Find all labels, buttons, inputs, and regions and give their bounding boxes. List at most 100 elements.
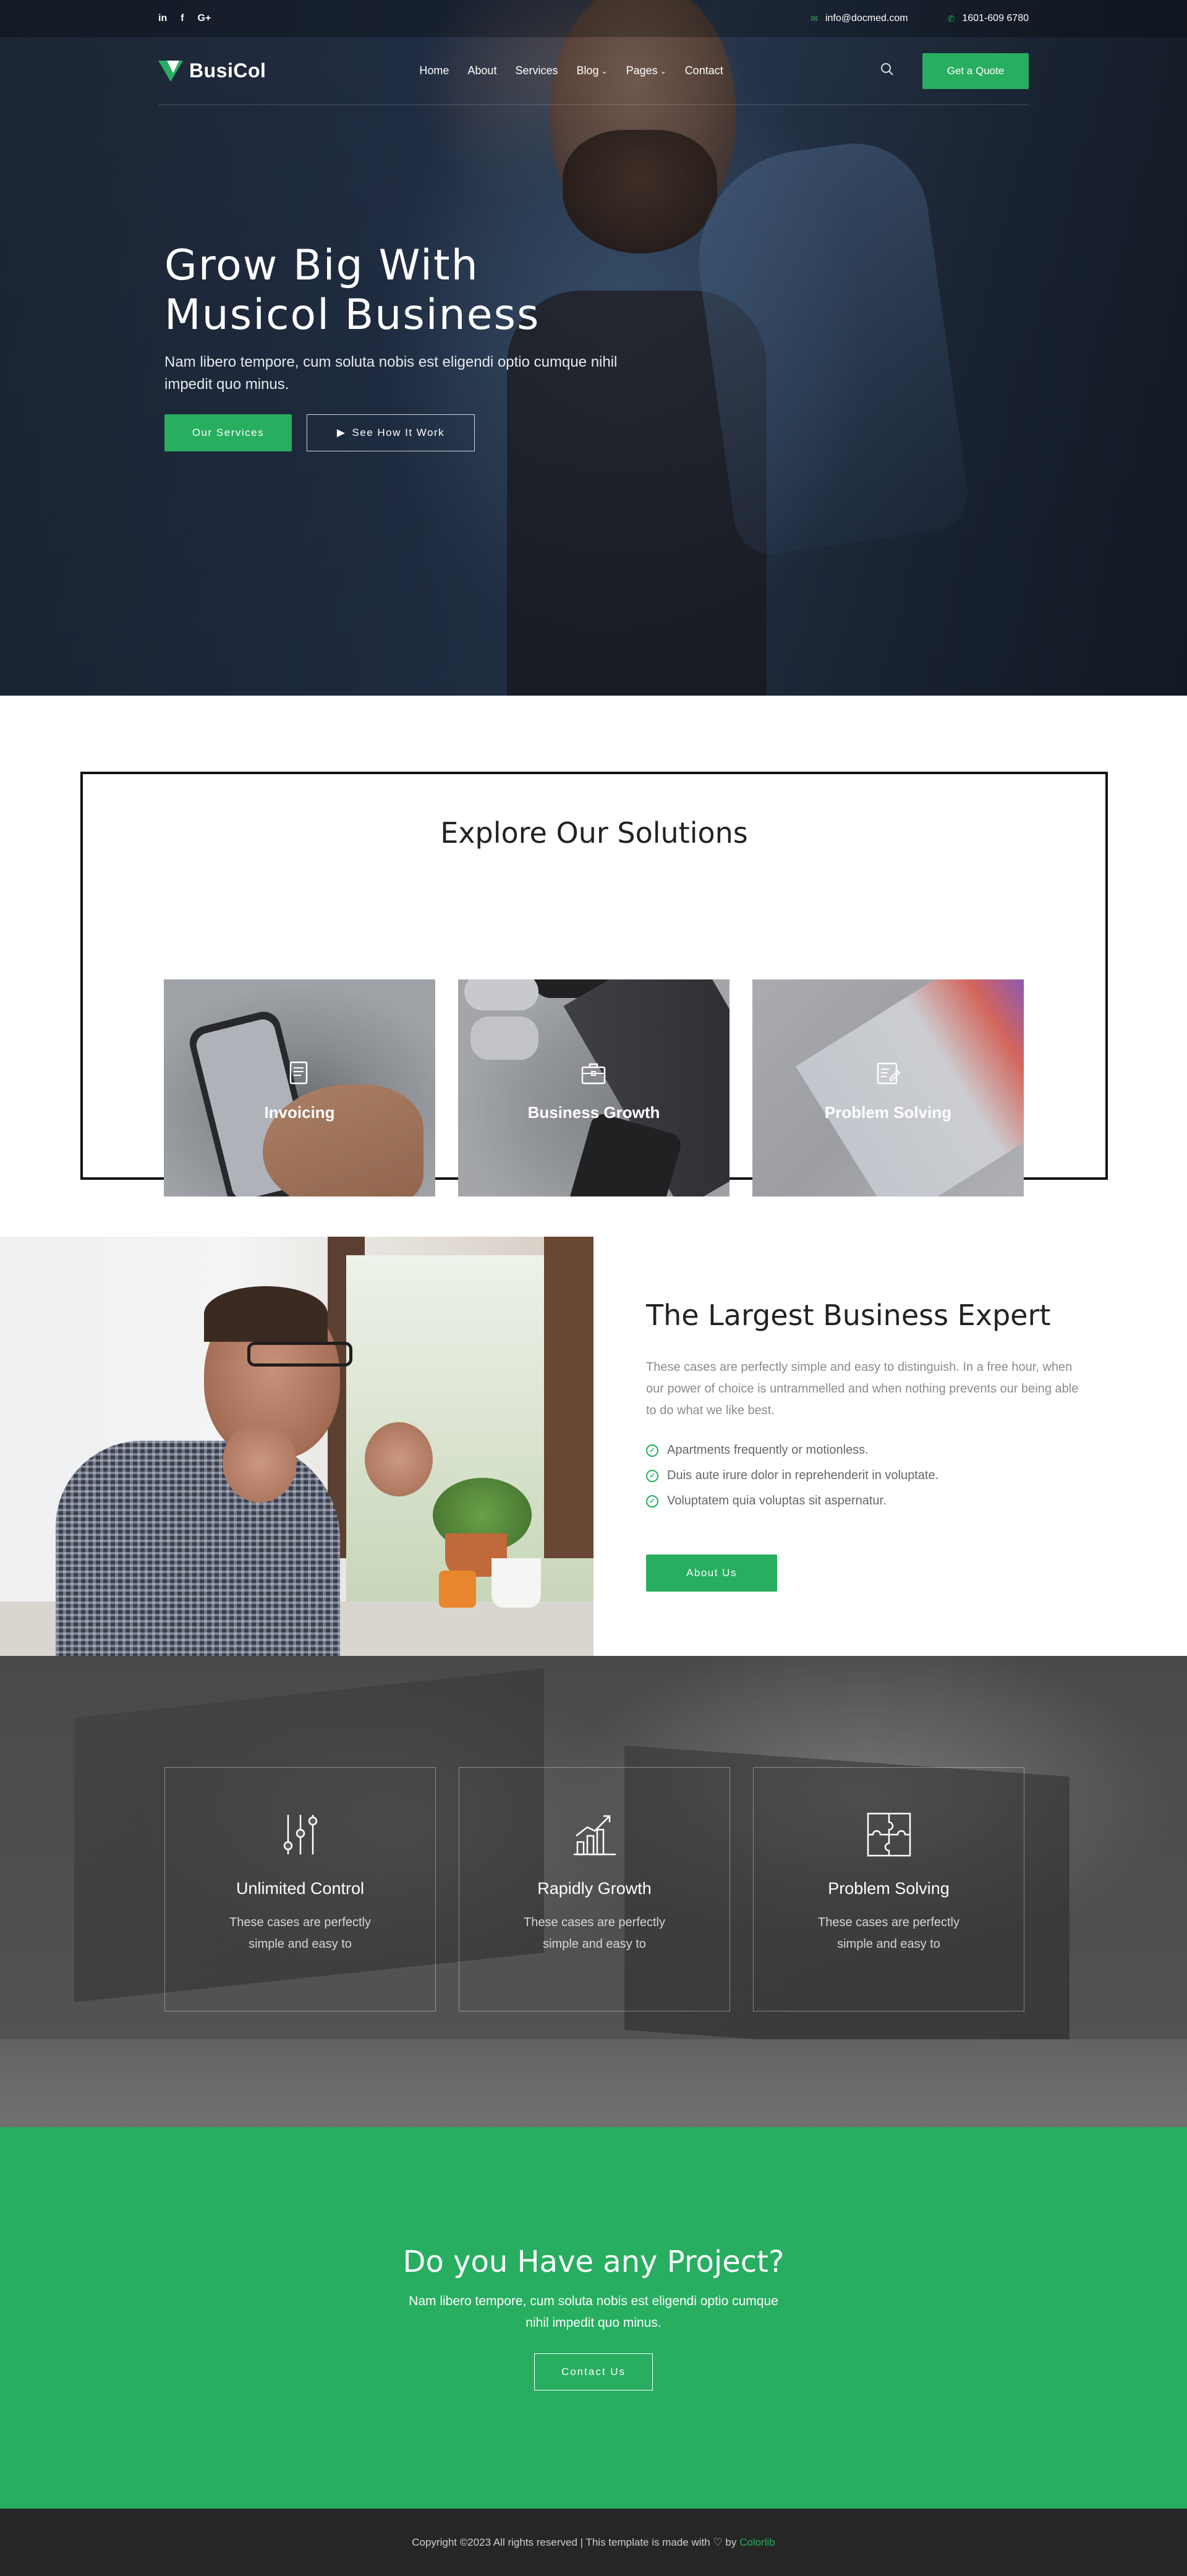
- cta-text: Nam libero tempore, cum soluta nobis est…: [409, 2294, 778, 2330]
- image-detail: [491, 1558, 541, 1608]
- hero-subtitle: Nam libero tempore, cum soluta nobis est…: [164, 354, 618, 393]
- list-item-text: Voluptatem quia voluptas sit aspernatur.: [667, 1494, 887, 1508]
- logo-text: BusiCol: [189, 59, 266, 82]
- briefcase-icon: [581, 1063, 606, 1085]
- phone-icon: ✆: [947, 13, 955, 23]
- solutions-title: Explore Our Solutions: [440, 816, 748, 850]
- copyright-text: Copyright ©2023 All rights reserved | Th…: [412, 2536, 775, 2549]
- feature-text: These cases are perfectly simple and eas…: [818, 1916, 959, 1951]
- feature-text: These cases are perfectly simple and eas…: [229, 1916, 371, 1951]
- puzzle-icon: [867, 1812, 911, 1857]
- nav-label: Home: [419, 64, 449, 77]
- hero-buttons: Our Services ▶ See How It Work: [164, 414, 634, 451]
- feature-title: Problem Solving: [828, 1879, 950, 1898]
- image-detail: [439, 1571, 476, 1608]
- nav-menu: Home About Services Blog ⌄ Pages ⌄ Contact: [419, 64, 723, 77]
- document-icon: [289, 1061, 308, 1085]
- about-image: [0, 1237, 594, 1656]
- sliders-icon: [283, 1815, 317, 1854]
- feature-text: These cases are perfectly simple and eas…: [524, 1916, 665, 1951]
- nav-item-about[interactable]: About: [467, 64, 496, 77]
- list-item: ✓ Duis aute irure dolor in reprehenderit …: [646, 1463, 1091, 1488]
- search-icon[interactable]: [880, 62, 894, 80]
- list-item-text: Apartments frequently or motionless.: [667, 1443, 869, 1457]
- nav-item-pages[interactable]: Pages ⌄: [626, 64, 666, 77]
- feature-card: Rapidly Growth These cases are perfectly…: [459, 1767, 730, 2011]
- card-label: Business Growth: [527, 1103, 660, 1122]
- hero-copy: Grow Big With Musicol Business Nam liber…: [164, 241, 634, 451]
- linkedin-icon[interactable]: in: [158, 13, 167, 24]
- nav-label: Blog: [576, 64, 599, 77]
- check-circle-icon: ✓: [646, 1495, 658, 1508]
- feature-card: Unlimited Control These cases are perfec…: [164, 1767, 436, 2011]
- image-detail: [223, 1422, 297, 1503]
- chevron-down-icon: ⌄: [601, 66, 608, 75]
- about-copy: The Largest Business Expert These cases …: [646, 1299, 1091, 1592]
- cta-section: Do you Have any Project? Nam libero temp…: [0, 2127, 1187, 2509]
- colorlib-link[interactable]: Colorlib: [739, 2536, 775, 2548]
- solutions-cards: Invoicing Business Growth Problem Solvin…: [164, 979, 1024, 1196]
- nav-item-contact[interactable]: Contact: [685, 64, 723, 77]
- hero-title-line: Grow Big With: [164, 241, 479, 290]
- nav-item-home[interactable]: Home: [419, 64, 449, 77]
- logo[interactable]: BusiCol: [158, 59, 266, 82]
- play-icon: ▶: [336, 427, 346, 438]
- cta-title: Do you Have any Project?: [402, 2245, 785, 2279]
- list-item-text: Duis aute irure dolor in reprehenderit i…: [667, 1469, 939, 1482]
- solution-card-business-growth[interactable]: Business Growth: [458, 979, 730, 1196]
- logo-mark-icon: [158, 60, 183, 82]
- contact-info: ✉ info@docmed.com ✆ 1601-609 6780: [810, 13, 1029, 24]
- email-text: info@docmed.com: [825, 13, 908, 23]
- facebook-icon[interactable]: f: [181, 13, 184, 24]
- solutions-section: Explore Our Solutions Invoicing Business…: [0, 696, 1187, 1237]
- get-quote-button[interactable]: Get a Quote: [922, 53, 1029, 89]
- social-links: in f G+: [158, 13, 211, 24]
- nav-item-services[interactable]: Services: [515, 64, 558, 77]
- image-detail: [365, 1422, 433, 1496]
- hero-section: in f G+ ✉ info@docmed.com ✆ 1601-609 678…: [0, 0, 1187, 696]
- about-text: These cases are perfectly simple and eas…: [646, 1360, 1079, 1417]
- chevron-down-icon: ⌄: [660, 66, 666, 75]
- feature-title: Rapidly Growth: [537, 1879, 652, 1898]
- envelope-icon: ✉: [810, 13, 818, 23]
- footer: Copyright ©2023 All rights reserved | Th…: [0, 2509, 1187, 2576]
- feature-cards: Unlimited Control These cases are perfec…: [164, 1767, 1024, 2011]
- nav-label: About: [467, 64, 497, 77]
- solutions-frame: Explore Our Solutions Invoicing Business…: [80, 772, 1108, 1196]
- phone-text: 1601-609 6780: [962, 13, 1029, 23]
- nav-label: Services: [515, 64, 558, 77]
- list-item: ✓ Voluptatem quia voluptas sit aspernatur…: [646, 1488, 1091, 1514]
- nav-item-blog[interactable]: Blog ⌄: [576, 64, 607, 77]
- google-plus-icon[interactable]: G+: [198, 13, 211, 24]
- nav-label: Contact: [684, 64, 723, 77]
- card-label: Problem Solving: [824, 1103, 952, 1122]
- button-label: See How It Work: [352, 427, 445, 438]
- hero-title-line: Musicol Business: [164, 291, 540, 339]
- image-detail: [247, 1342, 352, 1367]
- phone-link[interactable]: ✆ 1601-609 6780: [948, 13, 1029, 24]
- solution-card-problem-solving[interactable]: Problem Solving: [752, 979, 1024, 1196]
- check-circle-icon: ✓: [646, 1444, 658, 1457]
- growth-chart-icon: [573, 1815, 616, 1856]
- solution-card-invoicing[interactable]: Invoicing: [164, 979, 435, 1196]
- feature-card: Problem Solving These cases are perfectl…: [753, 1767, 1024, 2011]
- check-circle-icon: ✓: [646, 1469, 658, 1482]
- nav-label: Pages: [626, 64, 658, 77]
- image-detail: [56, 1441, 340, 1656]
- page: in f G+ ✉ info@docmed.com ✆ 1601-609 678…: [0, 0, 1187, 2576]
- main-nav: BusiCol Home About Services Blog ⌄ Pages ⌄…: [158, 37, 1029, 105]
- about-us-button[interactable]: About Us: [646, 1555, 777, 1592]
- about-title: The Largest Business Expert: [646, 1299, 1051, 1332]
- our-services-button[interactable]: Our Services: [164, 414, 292, 451]
- feature-title: Unlimited Control: [236, 1879, 365, 1898]
- top-bar: in f G+ ✉ info@docmed.com ✆ 1601-609 678…: [0, 0, 1187, 37]
- hero-title: Grow Big With Musicol Business: [164, 241, 634, 340]
- card-label: Invoicing: [264, 1103, 335, 1122]
- clipboard-edit-icon: [877, 1062, 901, 1085]
- about-checklist: ✓ Apartments frequently or motionless. ✓ D…: [646, 1438, 1091, 1514]
- list-item: ✓ Apartments frequently or motionless.: [646, 1438, 1091, 1463]
- features-section: Unlimited Control These cases are perfec…: [0, 1656, 1187, 2127]
- see-how-it-work-button[interactable]: ▶ See How It Work: [307, 414, 475, 451]
- email-link[interactable]: ✉ info@docmed.com: [810, 13, 908, 24]
- contact-us-button[interactable]: Contact Us: [534, 2353, 653, 2390]
